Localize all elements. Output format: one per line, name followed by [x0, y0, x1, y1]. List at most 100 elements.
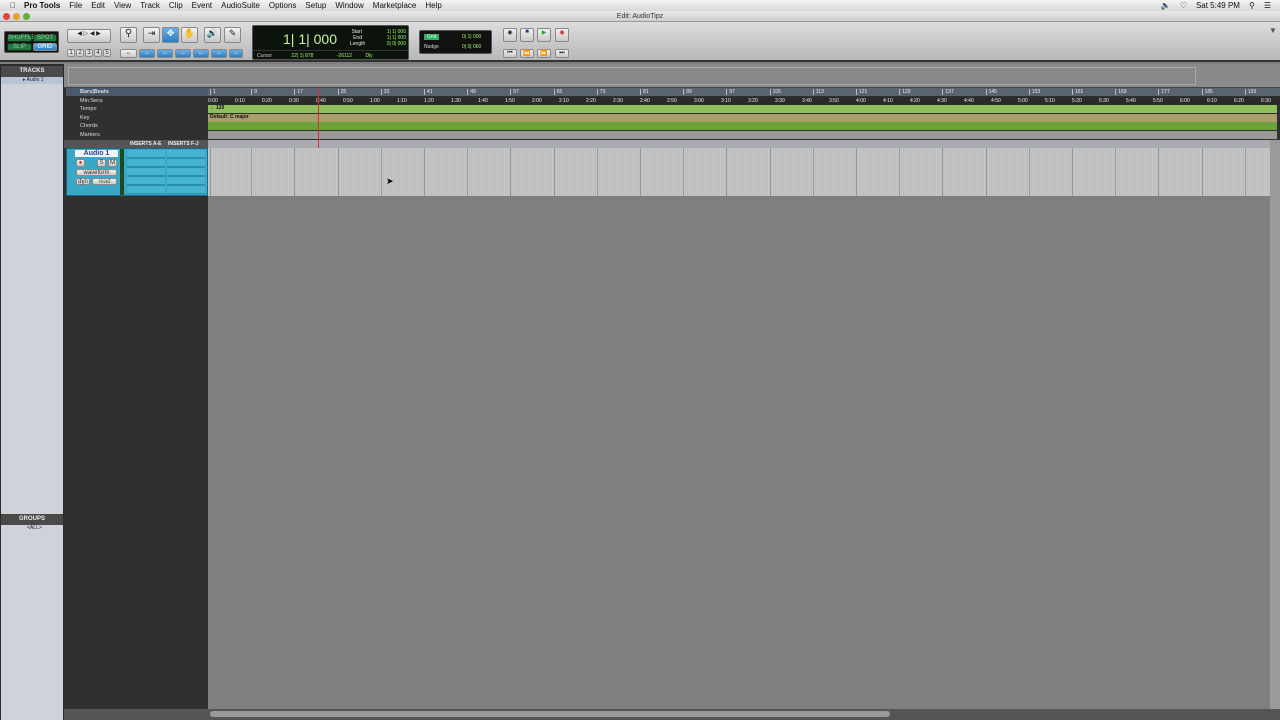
pencil-tool-icon[interactable]: ✎ [224, 27, 241, 43]
horizontal-scrollbar[interactable] [64, 709, 1280, 720]
spot-mode-button[interactable]: SPOT [33, 34, 57, 42]
apple-icon[interactable]:  [10, 1, 16, 10]
bar-tick-label: 25 [337, 89, 346, 95]
menu-track[interactable]: Track [140, 1, 160, 10]
link-button-6[interactable]: ↔ [229, 49, 243, 58]
link-button-5[interactable]: ↔ [211, 49, 227, 58]
bar-tick-label: 9 [251, 89, 257, 95]
menu-edit[interactable]: Edit [91, 1, 105, 10]
group-list-item-name: <ALL> [27, 525, 42, 531]
scrubber-tool-icon[interactable]: 🔊 [204, 27, 221, 43]
menu-window[interactable]: Window [335, 1, 363, 10]
record-button[interactable]: ◉ [555, 28, 569, 42]
grid-label[interactable]: Grid [424, 34, 440, 40]
zoom-button[interactable] [23, 13, 30, 20]
menu-help[interactable]: Help [425, 1, 441, 10]
group-list-item[interactable]: <ALL> [1, 525, 63, 532]
bar-tick-label: 41 [424, 89, 433, 95]
bar-tick-label: 89 [683, 89, 692, 95]
zoom-toggle-buttons[interactable]: ◀ ▷ ◀ ▶ [67, 29, 111, 43]
stop-button[interactable]: ■ [520, 28, 534, 42]
return-to-zero-button[interactable]: ⏮ [503, 49, 517, 58]
menu-app[interactable]: Pro Tools [24, 1, 60, 10]
menu-marketplace[interactable]: Marketplace [373, 1, 417, 10]
zoom-preset-4[interactable]: 4 [94, 49, 102, 57]
shuffle-mode-button[interactable]: SHUFFLE [7, 34, 35, 42]
wifi-icon[interactable]: ♡ [1180, 1, 1187, 10]
main-counter-value[interactable]: 1| 1| 000 [283, 31, 337, 47]
dyn-button[interactable]: dyn [76, 178, 90, 185]
tempo-ruler-label[interactable]: Tempo [80, 105, 97, 113]
inserts-f-j-slots[interactable] [167, 150, 205, 194]
menu-setup[interactable]: Setup [305, 1, 326, 10]
groups-list: <ALL> [1, 525, 63, 720]
minsecs-ruler-label[interactable]: Min:Secs [80, 97, 103, 105]
mute-button[interactable]: M [108, 159, 117, 167]
menu-audiosuite[interactable]: AudioSuite [221, 1, 260, 10]
inserts-a-e-slots[interactable] [127, 150, 165, 194]
automation-mode-selector[interactable]: read [92, 178, 117, 185]
notification-icon[interactable]: ☰ [1264, 1, 1271, 10]
link-button-1[interactable]: ↔ [139, 49, 155, 58]
play-button[interactable]: ▶ [537, 28, 551, 42]
menu-clock[interactable]: Sat 5:49 PM [1196, 1, 1240, 10]
selector-hand-icon[interactable]: ✋ [181, 27, 198, 43]
menu-options[interactable]: Options [269, 1, 297, 10]
track-name[interactable]: Audio 1 [75, 150, 118, 157]
length-value[interactable]: 0| 0| 000 [378, 41, 406, 47]
minsecs-ruler[interactable]: 0:00 0:10 0:20 0:30 0:40 0:50 1:00 1:10 1:20 1:30… [208, 97, 1280, 105]
menu-view[interactable]: View [114, 1, 131, 10]
key-ruler-label[interactable]: Key [80, 114, 89, 122]
audio-1-playlist[interactable] [208, 148, 1270, 196]
key-value[interactable]: Default: C major [210, 114, 249, 120]
track-header[interactable]: Audio 1 ● S M waveform dyn read [66, 148, 208, 196]
nudge-value[interactable]: 0| 0| 060 [462, 44, 481, 50]
grabber-tool-icon[interactable]: ✥ [162, 27, 179, 43]
minimize-button[interactable] [13, 13, 20, 20]
track-list-item[interactable]: ▸ Audio 1 [1, 77, 63, 84]
grid-mode-button[interactable]: GRID [33, 43, 57, 51]
spotlight-icon[interactable]: ⚲ [1249, 1, 1255, 10]
inserts-fj-header[interactable]: INSERTS F-J [168, 140, 199, 148]
vertical-scrollbar[interactable] [1270, 140, 1280, 710]
tempo-value[interactable]: 120 [216, 105, 224, 111]
menu-clip[interactable]: Clip [169, 1, 183, 10]
edit-tool-button[interactable]: ↔ [120, 49, 137, 58]
fast-forward-button[interactable]: ⏩ [537, 49, 551, 58]
zoom-preset-2[interactable]: 2 [76, 49, 84, 57]
online-button[interactable]: ◉ [503, 28, 517, 42]
chords-ruler-label[interactable]: Chords [80, 122, 98, 130]
menu-file[interactable]: File [69, 1, 82, 10]
markers-ruler[interactable] [208, 131, 1277, 139]
inserts-ae-header[interactable]: INSERTS A-E [130, 140, 161, 148]
key-ruler[interactable]: Default: C major [208, 114, 1277, 122]
volume-icon[interactable]: 🔈 [1161, 1, 1171, 10]
go-to-end-button[interactable]: ⏭ [555, 49, 569, 58]
slip-mode-button[interactable]: SLIP [7, 43, 32, 51]
markers-ruler-label[interactable]: Markers [80, 131, 100, 139]
rewind-button[interactable]: ⏪ [520, 49, 534, 58]
edit-window-tracks-area[interactable] [208, 148, 1270, 709]
menu-event[interactable]: Event [192, 1, 212, 10]
zoom-preset-1[interactable]: 1 [67, 49, 75, 57]
bars-beats-ruler-label[interactable]: Bars|Beats [66, 88, 208, 96]
record-enable-button[interactable]: ● [76, 159, 85, 167]
solo-button[interactable]: S [97, 159, 106, 167]
nudge-label[interactable]: Nudge [424, 44, 439, 50]
zoom-preset-3[interactable]: 3 [85, 49, 93, 57]
trim-tool-icon[interactable]: ⇥ [143, 27, 160, 43]
close-button[interactable] [3, 13, 10, 20]
delay-label[interactable]: Dly [365, 53, 372, 59]
chords-ruler[interactable] [208, 122, 1277, 130]
zoom-preset-5[interactable]: 5 [103, 49, 111, 57]
grid-value[interactable]: 0| 1| 000 [462, 34, 481, 40]
horizontal-scroll-thumb[interactable] [210, 711, 890, 717]
toolbar-menu-icon[interactable]: ▼ [1269, 26, 1277, 35]
track-view-selector[interactable]: waveform [76, 169, 117, 176]
link-button-4[interactable]: ↔ [193, 49, 209, 58]
zoomer-tool-icon[interactable]: ⚲ [120, 27, 137, 43]
bars-beats-ruler[interactable]: 1 9 17 25 33 41 49 57 65 73 81 89 97 105 113 121 129 137 1… [208, 88, 1280, 96]
link-button-2[interactable]: ↔ [157, 49, 173, 58]
link-button-3[interactable]: ↔ [175, 49, 191, 58]
tempo-ruler[interactable]: ♩120 [208, 105, 1277, 113]
